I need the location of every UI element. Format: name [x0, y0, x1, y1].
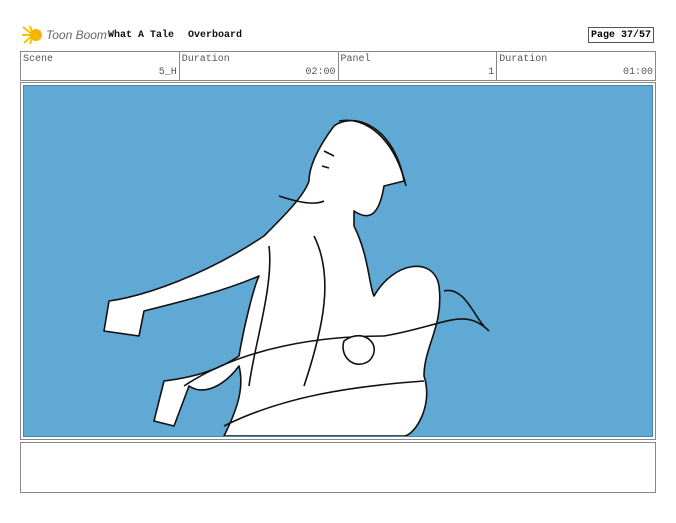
panel-value: 1 [488, 67, 495, 78]
panel-info-bar: Scene 5_H Duration 02:00 Panel 1 Duration 01… [20, 51, 656, 81]
scene-label: Scene [23, 54, 54, 65]
storyboard-sketch [23, 85, 653, 437]
project-title: What A Tale [108, 30, 175, 41]
duration-label: Duration [499, 54, 548, 65]
panel-label: Panel [340, 54, 371, 65]
toon-boom-logo: Toon Boom [22, 25, 107, 45]
duration-label: Duration [181, 54, 230, 65]
sun-icon [22, 25, 42, 45]
scene-cell: Scene 5_H [21, 52, 180, 80]
brand-name: Toon Boom [46, 28, 107, 42]
scene-value: 5_H [158, 67, 177, 78]
notes-box [20, 442, 656, 493]
panel-duration-cell: Duration 01:00 [497, 52, 655, 80]
panel-cell: Panel 1 [339, 52, 498, 80]
sequence-title: Overboard [188, 30, 243, 41]
scene-duration-cell: Duration 02:00 [180, 52, 339, 80]
duration-value: 02:00 [305, 67, 336, 78]
character-sketch [103, 119, 490, 436]
page-indicator: Page 37/57 [588, 27, 654, 43]
duration-value: 01:00 [622, 67, 653, 78]
